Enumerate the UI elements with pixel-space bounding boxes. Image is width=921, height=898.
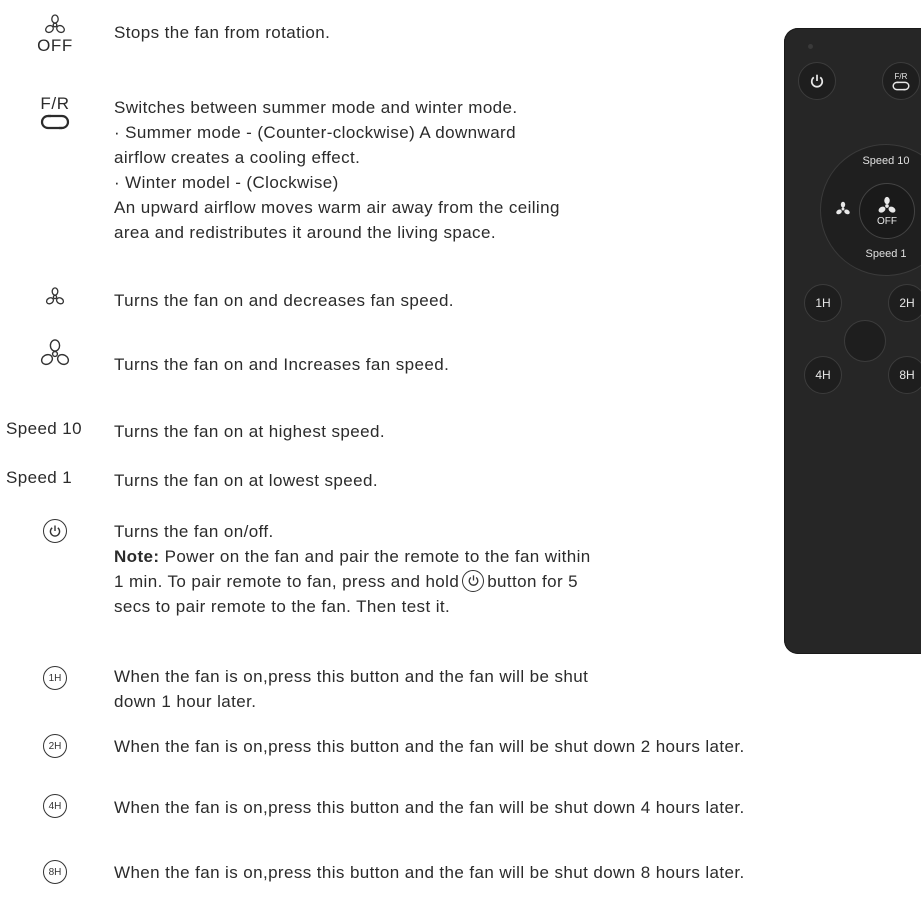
fan-small-icon xyxy=(45,287,65,305)
remote-blank-button[interactable] xyxy=(844,320,886,362)
power-description: Turns the fan on/off. Note: Power on the… xyxy=(114,522,591,616)
timer-4h-icon-group: 4H xyxy=(0,794,110,818)
remote-power-button[interactable] xyxy=(798,62,836,100)
timer-1h-description: When the fan is on,press this button and… xyxy=(114,667,589,711)
led-indicator xyxy=(808,44,813,49)
remote-off-label: OFF xyxy=(877,215,897,227)
fan-large-icon xyxy=(40,339,70,366)
decrease-description: Turns the fan on and decreases fan speed… xyxy=(114,291,454,310)
fan-icon xyxy=(878,196,896,213)
fr-icon-label: F/R xyxy=(40,94,70,113)
remote-off-button[interactable]: OFF xyxy=(859,183,915,239)
timer-8h-icon: 8H xyxy=(43,860,67,884)
speed1-description: Turns the fan on at lowest speed. xyxy=(114,471,378,490)
power-note-line: Note: Power on the fan and pair the remo… xyxy=(114,547,591,566)
remote-control: F/R Speed 10 Speed 1 OFF 1H 2H 4H 8H xyxy=(784,28,921,654)
speed-top-label: Speed 10 xyxy=(862,155,910,167)
off-icon-label: OFF xyxy=(37,36,73,55)
speed-bottom-label: Speed 1 xyxy=(865,248,907,260)
remote-1h-button[interactable]: 1H xyxy=(804,284,842,322)
remote-fr-label: F/R xyxy=(894,71,908,81)
fr-description: Switches between summer mode and winter … xyxy=(114,98,560,242)
power-icon xyxy=(43,519,67,543)
power-icon xyxy=(810,74,824,88)
remote-fr-button[interactable]: F/R xyxy=(882,62,920,100)
increase-description: Turns the fan on and Increases fan speed… xyxy=(114,355,450,374)
timer-8h-description: When the fan is on,press this button and… xyxy=(114,863,745,882)
remote-4h-button[interactable]: 4H xyxy=(804,356,842,394)
timer-2h-icon: 2H xyxy=(43,734,67,758)
fan-small-icon[interactable] xyxy=(835,201,851,217)
decrease-icon-group xyxy=(0,286,110,308)
fan-off-icon-group: OFF xyxy=(0,14,110,56)
timer-8h-icon-group: 8H xyxy=(0,860,110,884)
speed10-description: Turns the fan on at highest speed. xyxy=(114,422,385,441)
fr-icon-group: F/R xyxy=(0,94,110,130)
timer-4h-icon: 4H xyxy=(43,794,67,818)
timer-1h-icon-group: 1H xyxy=(0,666,110,690)
power-icon xyxy=(462,569,485,592)
off-description: Stops the fan from rotation. xyxy=(114,23,331,42)
power-note-line-2: 1 min. To pair remote to fan, press and … xyxy=(114,569,591,594)
remote-2h-button[interactable]: 2H xyxy=(888,284,921,322)
reverse-arrows-icon xyxy=(892,81,910,90)
speed10-label: Speed 10 xyxy=(6,419,82,438)
note-label: Note: xyxy=(114,547,160,566)
remote-8h-button[interactable]: 8H xyxy=(888,356,921,394)
fan-icon xyxy=(45,14,65,34)
speed1-label: Speed 1 xyxy=(6,468,73,487)
timer-4h-description: When the fan is on,press this button and… xyxy=(114,798,745,817)
speed-dial[interactable]: Speed 10 Speed 1 OFF xyxy=(820,144,921,276)
increase-icon-group xyxy=(0,338,110,370)
timer-2h-description: When the fan is on,press this button and… xyxy=(114,737,745,756)
timer-1h-icon: 1H xyxy=(43,666,67,690)
power-icon-group xyxy=(0,519,110,543)
timer-2h-icon-group: 2H xyxy=(0,734,110,758)
reverse-arrows-icon xyxy=(40,114,70,130)
